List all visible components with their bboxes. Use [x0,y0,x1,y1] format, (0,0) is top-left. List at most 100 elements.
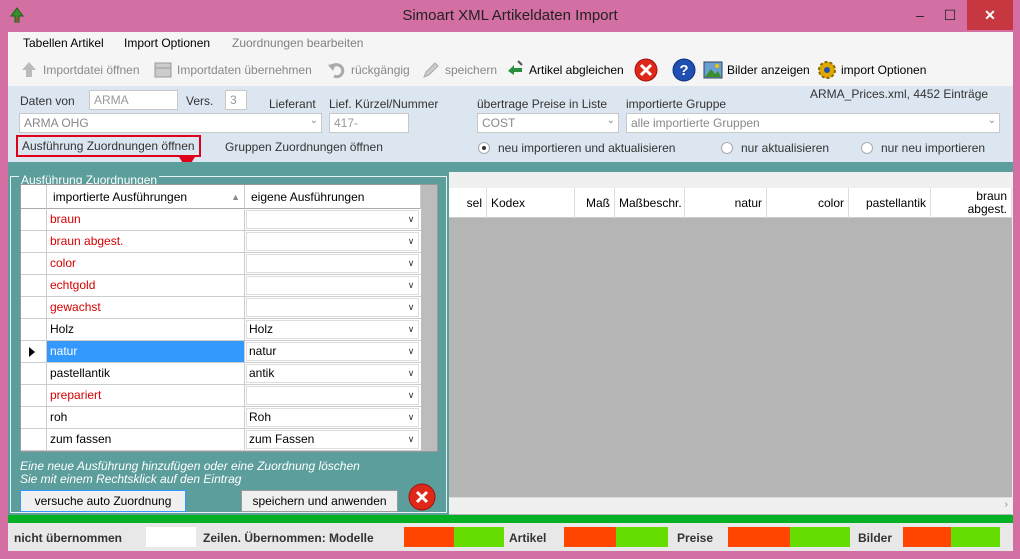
open-import-file-button[interactable]: Importdatei öffnen [18,58,140,82]
ausfuehrung-dialog: Ausführung Zuordnungen importierte Ausfü… [8,172,449,515]
preise-liste-select[interactable]: COST ⌄ [477,113,619,133]
imported-cell[interactable]: braun abgest. [47,231,245,253]
col-braun-abgest[interactable]: braun abgest. [931,188,1012,218]
auto-zuordnung-button[interactable]: versuche auto Zuordnung [20,490,186,512]
imported-cell[interactable]: braun [47,209,245,231]
row-selector[interactable] [21,275,47,297]
kuerzel-label: Lief. Kürzel/Nummer [329,97,439,111]
table-row[interactable]: braun ∨ [21,209,421,231]
row-selector[interactable] [21,297,47,319]
menu-import-optionen[interactable]: Import Optionen [124,36,210,50]
version-field[interactable]: 3 [225,90,247,110]
maximize-button[interactable]: ☐ [935,0,965,30]
daten-von-field[interactable]: ARMA [89,90,178,110]
col-color[interactable]: color [767,188,849,218]
chevron-down-icon: ∨ [407,434,415,444]
imported-cell[interactable]: gewachst [47,297,245,319]
cancel-icon-button[interactable] [634,58,661,82]
row-selector[interactable] [21,407,47,429]
compare-articles-button[interactable]: Artikel abgleichen [504,58,624,82]
own-ausfuehrung-select[interactable]: ∨ [246,254,419,273]
own-ausfuehrung-select[interactable]: ∨ [246,210,419,229]
radio-nur-neu[interactable]: nur neu importieren [861,141,985,155]
radio-nur-aktualisieren[interactable]: nur aktualisieren [721,141,829,155]
own-ausfuehrung-select[interactable]: ∨ [246,276,419,295]
own-ausfuehrung-select[interactable]: ∨ [246,386,419,405]
table-row[interactable]: zum fassen zum Fassen ∨ [21,429,421,451]
radio-neu-und-aktualisieren[interactable]: neu importieren und aktualisieren [478,141,675,155]
imported-cell[interactable]: echtgold [47,275,245,297]
imported-cell[interactable]: roh [47,407,245,429]
grid-scrollbar[interactable] [421,185,437,451]
row-selector[interactable] [21,429,47,451]
row-selector[interactable] [21,319,47,341]
menu-tabellen-artikel[interactable]: Tabellen Artikel [23,36,104,50]
imported-cell[interactable]: natur [47,341,245,363]
close-window-button[interactable]: ✕ [967,0,1013,30]
table-row[interactable]: braun abgest. ∨ [21,231,421,253]
dialog-close-icon[interactable] [408,483,436,511]
bilder-green-box [951,527,1000,547]
col-imported-header[interactable]: importierte Ausführungen ▲ [47,185,245,209]
show-images-label: Bilder anzeigen [727,63,810,77]
own-ausfuehrung-select[interactable]: antik ∨ [246,364,419,383]
row-selector[interactable] [21,385,47,407]
title-bar[interactable]: Simoart XML Artikeldaten Import – ☐ ✕ [0,0,1020,32]
mapping-grid: importierte Ausführungen ▲ eigene Ausfüh… [20,184,438,452]
own-ausfuehrung-select[interactable]: Holz ∨ [246,320,419,339]
own-ausfuehrung-select[interactable]: zum Fassen ∨ [246,430,419,449]
import-options-button[interactable]: import Optionen [816,58,926,82]
own-ausfuehrung-select[interactable]: ∨ [246,232,419,251]
imported-cell[interactable]: color [47,253,245,275]
undo-button[interactable]: rückgängig [326,58,410,82]
gruppe-select[interactable]: alle importierte Gruppen ⌄ [626,113,1000,133]
imported-cell[interactable]: prepariert [47,385,245,407]
table-row[interactable]: roh Roh ∨ [21,407,421,429]
table-row[interactable]: color ∨ [21,253,421,275]
chevron-down-icon: ⌄ [309,115,318,126]
own-cell: ∨ [245,209,421,231]
row-selector[interactable] [21,253,47,275]
col-sel[interactable]: sel [449,188,487,218]
articles-horizontal-scrollbar[interactable]: › [449,497,1012,514]
show-images-button[interactable]: Bilder anzeigen [702,58,810,82]
col-massbeschr[interactable]: Maßbeschr. [615,188,685,218]
imported-cell[interactable]: Holz [47,319,245,341]
articles-grid: sel Kodex Maß Maßbeschr. natur color pas… [449,188,1012,515]
table-row[interactable]: echtgold ∨ [21,275,421,297]
row-selector[interactable] [21,341,47,363]
imported-cell[interactable]: zum fassen [47,429,245,451]
minimize-button[interactable]: – [905,0,935,30]
col-mass[interactable]: Maß [575,188,615,218]
chevron-down-icon: ∨ [407,346,415,356]
table-row[interactable]: pastellantik antik ∨ [21,363,421,385]
table-row[interactable]: natur natur ∨ [21,341,421,363]
own-cell: ∨ [245,275,421,297]
save-label: speichern [445,63,498,77]
own-ausfuehrung-select[interactable]: ∨ [246,298,419,317]
kuerzel-field[interactable]: 417- [329,113,409,133]
table-row[interactable]: Holz Holz ∨ [21,319,421,341]
gruppen-zuordnungen-button[interactable]: Gruppen Zuordnungen öffnen [225,140,383,154]
take-over-data-button[interactable]: Importdaten übernehmen [152,58,312,82]
save-apply-button[interactable]: speichern und anwenden [241,490,398,512]
col-pastellantik[interactable]: pastellantik [849,188,931,218]
row-selector[interactable] [21,209,47,231]
own-ausfuehrung-select[interactable]: natur ∨ [246,342,419,361]
row-selector[interactable] [21,231,47,253]
col-own-header[interactable]: eigene Ausführungen [245,185,421,209]
table-row[interactable]: gewachst ∨ [21,297,421,319]
sync-icon [508,60,523,75]
help-button[interactable]: ? [672,58,699,82]
lieferant-select[interactable]: ARMA OHG ⌄ [19,113,322,133]
menu-zuordnungen-bearbeiten[interactable]: Zuordnungen bearbeiten [232,36,363,50]
col-kodex[interactable]: Kodex [487,188,575,218]
own-ausfuehrung-select[interactable]: Roh ∨ [246,408,419,427]
menu-bar: Tabellen Artikel Import Optionen Zuordnu… [8,32,1013,54]
table-row[interactable]: prepariert ∨ [21,385,421,407]
col-natur[interactable]: natur [685,188,767,218]
row-selector[interactable] [21,363,47,385]
imported-cell[interactable]: pastellantik [47,363,245,385]
ausfuehrung-zuordnungen-button[interactable]: Ausführung Zuordnungen öffnen [16,135,201,157]
save-button[interactable]: speichern [420,58,497,82]
